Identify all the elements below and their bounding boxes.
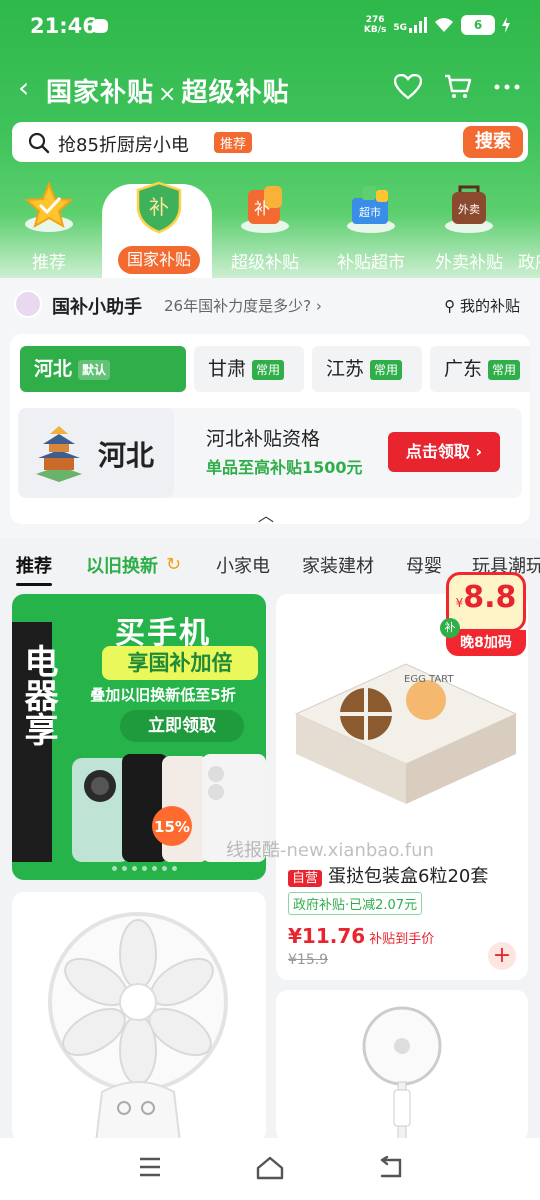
svg-text:超市: 超市 (359, 205, 381, 219)
desk-fan-image (48, 912, 228, 1142)
qualification-province: 河北 (98, 439, 155, 472)
status-indicators: 276 KB/s 5G 6 (364, 15, 510, 35)
signal-icon: 5G (393, 17, 427, 33)
battery-icon: 6 (461, 15, 495, 35)
qualification-title: 河北补贴资格 (206, 428, 321, 450)
trade-in-icon: ↻ (166, 554, 182, 575)
standing-fan-image (362, 1006, 442, 1142)
subsidy-helper-row[interactable]: 国补小助手 26年国补力度是多少? › ⚲ 我的补贴 (14, 290, 526, 320)
svg-text:外卖: 外卖 (458, 203, 480, 216)
product-title: 自营 蛋挞包装盒6粒20套 (288, 862, 488, 888)
chevron-right-icon: › (315, 297, 322, 315)
province-guangdong[interactable]: 广东 常用 (430, 346, 530, 392)
net-speed: 276 KB/s (363, 15, 387, 35)
category-super-subsidy[interactable]: 补 超级补贴 (216, 178, 314, 278)
menu-icon[interactable] (138, 1156, 162, 1178)
product-price: ¥11.76 补贴到手价 (288, 924, 435, 948)
evening-bonus-badge[interactable]: ¥8.8 晚8加码 补 (440, 572, 526, 660)
tab-baby[interactable]: 母婴 (406, 552, 442, 578)
user-icon: ⚲ (444, 297, 456, 315)
helper-question[interactable]: 26年国补力度是多少? › (164, 295, 322, 316)
gift-box-icon: 补 (241, 186, 289, 233)
subsidy-mark-icon: 补 (440, 618, 460, 638)
my-subsidy-link[interactable]: ⚲ 我的补贴 (444, 295, 520, 316)
banner-pagination (112, 866, 177, 871)
svg-text:补: 补 (254, 199, 270, 218)
province-jiangsu[interactable]: 江苏 常用 (312, 346, 422, 392)
category-government[interactable]: 政府 (516, 178, 540, 278)
banner-pill: 享国补加倍 (102, 646, 258, 680)
collapse-chevron-up-icon[interactable]: ︿ (258, 502, 274, 524)
charging-icon (502, 17, 510, 33)
page-title: 国家补贴 × 超级补贴 (46, 78, 290, 108)
page-header: ‹ 国家补贴 × 超级补贴 (0, 60, 540, 116)
province-hebei[interactable]: 河北 默认 (20, 346, 186, 392)
claim-button[interactable]: 点击领取 › (388, 432, 500, 472)
avatar (14, 290, 42, 318)
search-icon (28, 132, 50, 154)
province-gansu[interactable]: 甘肃 常用 (194, 346, 304, 392)
category-row: 推荐 补 国家补贴 补 超级补贴 超市 补贴超市 外卖 外卖补贴 政府 (0, 178, 540, 284)
tab-home-decor[interactable]: 家装建材 (302, 552, 374, 578)
status-bar: 21:46 276 KB/s 5G 6 (0, 0, 540, 56)
svg-text:15%: 15% (154, 818, 190, 836)
category-recommend[interactable]: 推荐 (0, 178, 98, 278)
search-recommend-tag: 推荐 (214, 132, 253, 153)
cart-icon[interactable] (444, 74, 472, 100)
product-card-fan[interactable] (12, 892, 266, 1142)
banner-side-text: 电器享 (18, 644, 58, 746)
tab-trade-in[interactable]: 以旧换新 (86, 552, 158, 578)
original-price: ¥15.9 (288, 952, 329, 968)
search-input[interactable]: 抢85折厨房小电 (58, 131, 189, 157)
region-card: 河北 默认 甘肃 常用 江苏 常用 广东 常用 河北 河北补贴资格 单品至高补贴1500… (10, 334, 530, 524)
qualification-box: 河北 河北补贴资格 单品至高补贴1500元 点击领取 › (18, 408, 522, 498)
category-national-subsidy[interactable]: 补 国家补贴 (102, 178, 212, 284)
wechat-notification-icon (92, 19, 108, 33)
banner-subtitle: 叠加以旧换新低至5折 (90, 686, 236, 704)
svg-text:EGG TART: EGG TART (404, 674, 454, 685)
supermarket-icon: 超市 (347, 186, 395, 233)
system-nav-bar (0, 1138, 540, 1200)
back-nav-icon[interactable] (378, 1156, 404, 1180)
search-bar[interactable]: 抢85折厨房小电 推荐 搜索 (12, 122, 528, 162)
wifi-icon (435, 18, 453, 32)
favorite-heart-icon[interactable] (394, 74, 422, 100)
pagoda-icon (36, 426, 82, 482)
back-icon[interactable]: ‹ (18, 74, 29, 102)
self-operated-badge: 自营 (288, 870, 323, 887)
product-card-standing-fan[interactable] (276, 990, 528, 1142)
shield-icon: 补 (136, 181, 182, 234)
watermark: 线报酷-new.xianbao.fun (226, 840, 434, 861)
star-icon (24, 181, 74, 232)
search-button[interactable]: 搜索 (463, 126, 523, 158)
home-icon[interactable] (256, 1156, 284, 1180)
status-time: 21:46 (30, 14, 97, 38)
takeout-bag-icon: 外卖 (445, 185, 493, 233)
add-to-cart-plus-icon[interactable]: + (488, 942, 516, 970)
svg-text:补: 补 (149, 195, 169, 219)
tab-recommend[interactable]: 推荐 (16, 552, 52, 586)
tab-small-appliances[interactable]: 小家电 (216, 552, 270, 578)
helper-title: 国补小助手 (52, 297, 142, 318)
more-options-icon[interactable] (494, 83, 520, 91)
subsidy-panel: 国补小助手 26年国补力度是多少? › ⚲ 我的补贴 河北 默认 甘肃 常用 江苏常… (0, 278, 540, 538)
banner-claim-button[interactable]: 立即领取 (120, 710, 244, 742)
category-takeout-subsidy[interactable]: 外卖 外卖补贴 (420, 178, 518, 278)
category-subsidy-supermarket[interactable]: 超市 补贴超市 (322, 178, 420, 278)
subsidy-badge: 政府补贴·已减2.07元 (288, 892, 423, 915)
qualification-subtitle: 单品至高补贴1500元 (206, 458, 363, 477)
